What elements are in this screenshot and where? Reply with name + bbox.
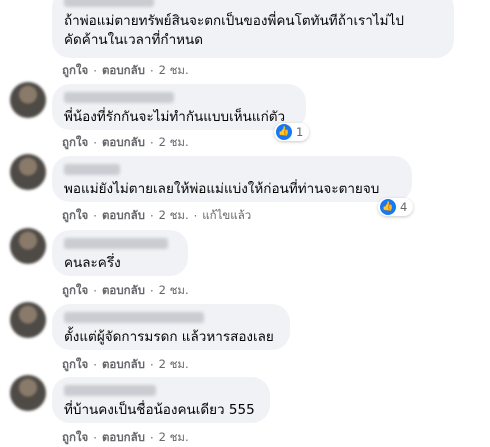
comment-text: พอแม่ยังไม่ตายเลยให้พ่อแม่แบ่งให้ก่อนที่… <box>64 181 380 197</box>
reaction-count[interactable]: 👍 4 <box>378 198 414 216</box>
timestamp[interactable]: 2 ชม. <box>159 134 189 152</box>
reply-button[interactable]: ตอบกลับ <box>102 356 145 374</box>
comment-actions: ถูกใจ · ตอบกลับ · 2 ชม. <box>62 282 189 300</box>
like-button[interactable]: ถูกใจ <box>62 429 88 447</box>
comment-text: ที่บ้านคงเป็นชื่อน้องคนเดียว 555 <box>64 402 255 418</box>
separator: · <box>93 284 97 298</box>
separator: · <box>149 64 154 78</box>
author-name-blurred[interactable] <box>64 312 204 323</box>
comment-bubble: พอแม่ยังไม่ตายเลยให้พ่อแม่แบ่งให้ก่อนที่… <box>52 156 412 202</box>
timestamp[interactable]: 2 ชม. <box>159 356 189 374</box>
comment-bubble: ตั้งแต่ผู้จัดการมรดก แล้วหารสองเลย <box>52 304 290 350</box>
avatar[interactable] <box>10 154 46 190</box>
comment-actions: ถูกใจ · ตอบกลับ · 2 ชม. <box>62 62 189 80</box>
timestamp[interactable]: 2 ชม. <box>159 207 189 225</box>
comment-actions: ถูกใจ · ตอบกลับ · 2 ชม. <box>62 134 189 152</box>
comment-actions: ถูกใจ · ตอบกลับ · 2 ชม. <box>62 356 189 374</box>
like-icon: 👍 <box>380 199 396 215</box>
comment-text: พี่น้องที่รักกันจะไม่ทำกันแบบเห็นแก่ตัว <box>64 109 286 125</box>
comment-text: ตั้งแต่ผู้จัดการมรดก แล้วหารสองเลย <box>64 329 274 345</box>
comment-text: คนละครึ่ง <box>64 255 121 271</box>
timestamp[interactable]: 2 ชม. <box>159 282 189 300</box>
like-icon: 👍 <box>276 124 292 140</box>
separator: · <box>149 209 154 223</box>
separator: · <box>93 431 97 445</box>
like-button[interactable]: ถูกใจ <box>62 356 88 374</box>
separator: · <box>193 209 198 223</box>
author-name-blurred[interactable] <box>64 164 120 175</box>
comment-bubble: ที่บ้านคงเป็นชื่อน้องคนเดียว 555 <box>52 377 270 423</box>
comment-actions: ถูกใจ · ตอบกลับ · 2 ชม. <box>62 429 189 447</box>
comment-bubble: พี่น้องที่รักกันจะไม่ทำกันแบบเห็นแก่ตัว <box>52 84 306 130</box>
like-button[interactable]: ถูกใจ <box>62 134 88 152</box>
separator: · <box>149 431 154 445</box>
avatar[interactable] <box>10 302 46 338</box>
reaction-count-value: 1 <box>296 125 304 139</box>
timestamp[interactable]: 2 ชม. <box>159 62 189 80</box>
reply-button[interactable]: ตอบกลับ <box>102 62 145 80</box>
separator: · <box>149 136 154 150</box>
separator: · <box>93 209 97 223</box>
reply-button[interactable]: ตอบกลับ <box>102 282 145 300</box>
avatar[interactable] <box>10 82 46 118</box>
author-name-blurred[interactable] <box>64 385 156 396</box>
like-button[interactable]: ถูกใจ <box>62 62 88 80</box>
reply-button[interactable]: ตอบกลับ <box>102 134 145 152</box>
reply-button[interactable]: ตอบกลับ <box>102 207 145 225</box>
comment-bubble: คนละครึ่ง <box>52 230 188 276</box>
separator: · <box>149 284 154 298</box>
separator: · <box>93 358 97 372</box>
comment-actions: ถูกใจ · ตอบกลับ · 2 ชม. · แก้ไขแล้ว <box>62 207 251 225</box>
comment-bubble: ถ้าพ่อแม่ตายทรัพย์สินจะตกเป็นของพี่คนโตท… <box>52 0 454 58</box>
separator: · <box>149 358 154 372</box>
avatar[interactable] <box>10 228 46 264</box>
author-name-blurred[interactable] <box>64 92 174 103</box>
timestamp[interactable]: 2 ชม. <box>159 429 189 447</box>
reaction-count[interactable]: 👍 1 <box>274 123 310 141</box>
reply-button[interactable]: ตอบกลับ <box>102 429 145 447</box>
comment-text: ถ้าพ่อแม่ตายทรัพย์สินจะตกเป็นของพี่คนโตท… <box>64 13 404 48</box>
like-button[interactable]: ถูกใจ <box>62 282 88 300</box>
author-name-blurred[interactable] <box>64 238 168 249</box>
like-button[interactable]: ถูกใจ <box>62 207 88 225</box>
edited-label[interactable]: แก้ไขแล้ว <box>202 207 251 225</box>
separator: · <box>93 64 97 78</box>
avatar[interactable] <box>10 375 46 411</box>
separator: · <box>93 136 97 150</box>
author-name-blurred[interactable] <box>64 0 154 7</box>
reaction-count-value: 4 <box>400 200 408 214</box>
